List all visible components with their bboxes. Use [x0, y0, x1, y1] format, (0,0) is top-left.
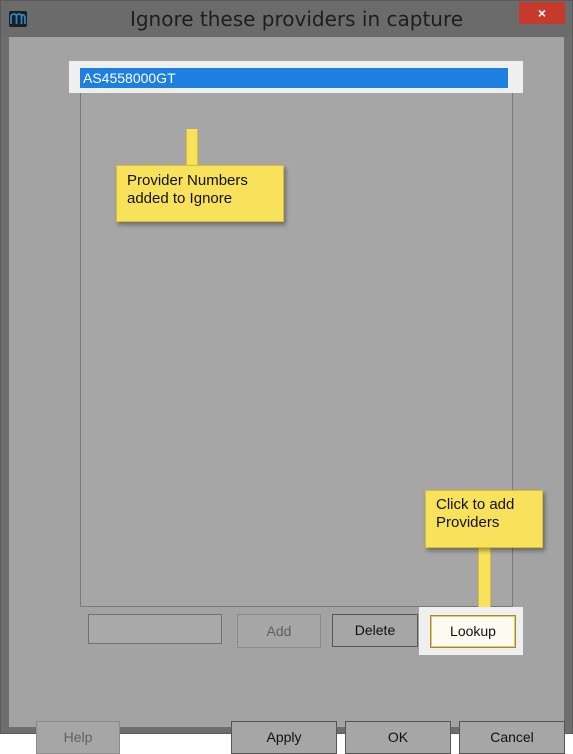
ok-button[interactable]: OK — [345, 721, 451, 754]
callout-text: Click to add Providers — [436, 496, 515, 531]
help-button[interactable]: Help — [36, 721, 120, 754]
title-bar[interactable]: Ignore these providers in capture × — [1, 1, 572, 37]
delete-button[interactable]: Delete — [332, 614, 418, 647]
callout-add-providers: Click to add Providers — [425, 490, 543, 548]
lookup-button[interactable]: Lookup — [430, 615, 516, 648]
apply-button[interactable]: Apply — [231, 721, 337, 754]
callout-text: Provider Numbers added to Ignore — [127, 172, 248, 207]
callout-pointer — [186, 129, 198, 167]
callout-provider-numbers: Provider Numbers added to Ignore — [116, 165, 284, 222]
callout-pointer — [478, 547, 491, 615]
provider-number-input[interactable] — [88, 614, 222, 644]
cancel-button[interactable]: Cancel — [459, 721, 565, 754]
dialog-window: Ignore these providers in capture × AS45… — [0, 0, 573, 754]
dialog-body: AS4558000GT Provider Numbers added to Ig… — [9, 37, 565, 754]
add-button[interactable]: Add — [237, 614, 321, 648]
list-item[interactable]: AS4558000GT — [80, 68, 508, 88]
close-icon[interactable]: × — [519, 2, 565, 24]
window-title: Ignore these providers in capture — [129, 7, 464, 31]
